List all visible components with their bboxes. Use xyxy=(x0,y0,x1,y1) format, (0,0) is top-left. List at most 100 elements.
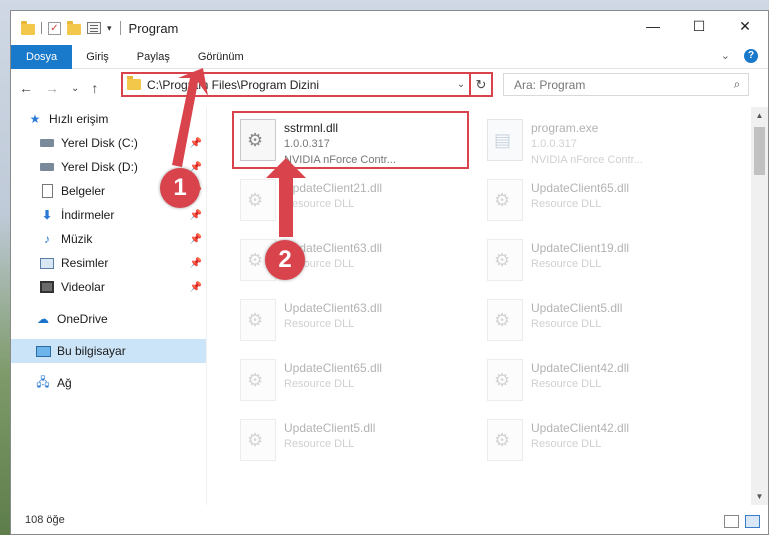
address-dropdown-icon[interactable]: ⌄ xyxy=(453,79,469,90)
scroll-up-icon[interactable]: ▲ xyxy=(751,107,768,124)
back-arrow-icon[interactable]: ← xyxy=(19,80,33,96)
file-item[interactable]: UpdateClient19.dll Resource DLL xyxy=(481,235,721,287)
tab-home[interactable]: Giriş xyxy=(72,45,123,69)
scrollbar-thumb[interactable] xyxy=(754,127,765,175)
search-placeholder[interactable]: Ara: Program xyxy=(514,78,726,92)
callout-1: 1 xyxy=(160,168,200,208)
pin-icon[interactable]: 📌 xyxy=(190,138,202,149)
dll-file-icon xyxy=(487,299,523,341)
help-icon[interactable]: ? xyxy=(744,49,758,63)
folder-icon xyxy=(127,76,141,90)
file-description: Resource DLL xyxy=(531,438,602,450)
ribbon-tabs: Dosya Giriş Paylaş Görünüm ⌄ ? xyxy=(11,44,768,69)
refresh-button[interactable]: ↻ xyxy=(469,74,491,95)
pin-icon[interactable]: 📌 xyxy=(190,258,202,269)
address-bar[interactable]: C:\Program Files\Program Dizini ⌄ ↻ xyxy=(121,72,493,97)
sidebar-item-label: Yerel Disk (C:) xyxy=(61,136,138,150)
dll-file-icon xyxy=(240,299,276,341)
pin-icon[interactable]: 📌 xyxy=(190,234,202,245)
folder-icon xyxy=(21,20,35,35)
search-box[interactable]: Ara: Program ⌕ xyxy=(503,73,749,96)
details-view-icon[interactable] xyxy=(724,515,739,528)
sidebar-item-label: Belgeler xyxy=(61,184,106,198)
sidebar-item-label: OneDrive xyxy=(57,312,108,326)
sidebar-item-videos[interactable]: Videolar 📌 xyxy=(11,275,206,299)
sidebar-item-pictures[interactable]: Resimler 📌 xyxy=(11,251,206,275)
file-description: Resource DLL xyxy=(284,198,355,210)
pin-icon[interactable]: 📌 xyxy=(190,210,202,221)
file-item[interactable]: UpdateClient42.dll Resource DLL xyxy=(481,355,721,407)
new-folder-icon[interactable] xyxy=(67,20,81,35)
star-icon: ★ xyxy=(29,112,41,126)
sidebar-item-label: Müzik xyxy=(61,232,93,246)
pane-divider xyxy=(206,107,207,505)
minimize-button[interactable]: — xyxy=(630,11,676,41)
close-button[interactable]: ✕ xyxy=(722,11,768,41)
sidebar-item-quick-access[interactable]: ★ Hızlı erişim xyxy=(11,107,206,131)
sidebar-item-this-pc[interactable]: Bu bilgisayar xyxy=(11,339,206,363)
scroll-down-icon[interactable]: ▼ xyxy=(751,488,768,505)
file-name: UpdateClient42.dll xyxy=(531,421,630,435)
tiles-view-icon[interactable] xyxy=(745,515,760,528)
videos-icon xyxy=(39,280,55,294)
dll-file-icon xyxy=(487,239,523,281)
forward-arrow-icon[interactable]: → xyxy=(45,80,59,96)
dll-file-icon xyxy=(240,179,276,221)
navigation-pane: ★ Hızlı erişim Yerel Disk (C:) 📌 Yerel D… xyxy=(11,107,206,505)
tab-file[interactable]: Dosya xyxy=(11,44,73,69)
download-icon: ⬇ xyxy=(41,208,53,222)
file-name: UpdateClient5.dll xyxy=(284,421,376,435)
file-item[interactable]: UpdateClient65.dll Resource DLL xyxy=(481,175,721,227)
sidebar-item-label: Hızlı erişim xyxy=(49,112,109,126)
tab-view[interactable]: Görünüm xyxy=(184,45,258,69)
item-count: 108 öğe xyxy=(25,514,65,526)
properties-icon[interactable] xyxy=(87,22,101,34)
vertical-scrollbar[interactable]: ▲ ▼ xyxy=(751,107,768,505)
sidebar-item-local-disk-c[interactable]: Yerel Disk (C:) 📌 xyxy=(11,131,206,155)
explorer-window: ✓ ▾ Program — ☐ ✕ Dosya Giriş Paylaş Gör… xyxy=(10,10,769,535)
file-item[interactable]: UpdateClient63.dll Resource DLL xyxy=(234,295,474,347)
file-item[interactable]: UpdateClient5.dll Resource DLL xyxy=(234,415,474,467)
callout-2: 2 xyxy=(265,240,305,280)
sidebar-item-onedrive[interactable]: ☁ OneDrive xyxy=(11,307,206,331)
address-path[interactable]: C:\Program Files\Program Dizini xyxy=(147,78,453,92)
up-arrow-icon[interactable]: ↑ xyxy=(91,80,98,96)
search-icon[interactable]: ⌕ xyxy=(726,77,748,92)
file-item[interactable]: UpdateClient65.dll Resource DLL xyxy=(234,355,474,407)
recent-locations-icon[interactable]: ⌄ xyxy=(71,83,79,94)
sidebar-item-label: Resimler xyxy=(61,256,109,270)
file-name: UpdateClient65.dll xyxy=(531,181,630,195)
file-name: program.exe xyxy=(531,121,599,135)
network-icon: 🖧 xyxy=(36,374,50,389)
dll-file-icon xyxy=(487,419,523,461)
tab-share[interactable]: Paylaş xyxy=(123,45,184,69)
file-item[interactable]: UpdateClient42.dll Resource DLL xyxy=(481,415,721,467)
file-name: UpdateClient63.dll xyxy=(284,301,383,315)
pin-icon[interactable]: 📌 xyxy=(190,282,202,293)
window-controls: — ☐ ✕ xyxy=(630,11,768,41)
file-item[interactable]: UpdateClient5.dll Resource DLL xyxy=(481,295,721,347)
file-name: UpdateClient65.dll xyxy=(284,361,383,375)
customize-toolbar-icon[interactable]: ▾ xyxy=(107,23,112,34)
properties-check-icon[interactable]: ✓ xyxy=(48,21,61,35)
expand-ribbon-icon[interactable]: ⌄ xyxy=(721,49,730,63)
exe-file-icon xyxy=(487,119,523,161)
maximize-button[interactable]: ☐ xyxy=(676,11,722,41)
sidebar-item-label: Videolar xyxy=(61,280,105,294)
file-item[interactable]: program.exe 1.0.0.317 NVIDIA nForce Cont… xyxy=(481,115,721,167)
pictures-icon xyxy=(39,256,55,270)
sidebar-item-label: Ağ xyxy=(57,376,72,390)
file-name: UpdateClient5.dll xyxy=(531,301,623,315)
file-description: Resource DLL xyxy=(531,318,602,330)
ribbon-right-controls: ⌄ ? xyxy=(721,49,758,63)
sidebar-item-music[interactable]: ♪ Müzik 📌 xyxy=(11,227,206,251)
sidebar-item-label: Bu bilgisayar xyxy=(57,344,126,358)
file-description: NVIDIA nForce Contr... xyxy=(531,154,643,166)
title-bar: ✓ ▾ Program — ☐ ✕ xyxy=(11,11,768,45)
file-item[interactable]: UpdateClient21.dll Resource DLL xyxy=(234,175,474,227)
status-bar: 108 öğe xyxy=(11,506,768,534)
sidebar-item-network[interactable]: 🖧 Ağ xyxy=(11,371,206,395)
disk-icon xyxy=(39,136,55,150)
